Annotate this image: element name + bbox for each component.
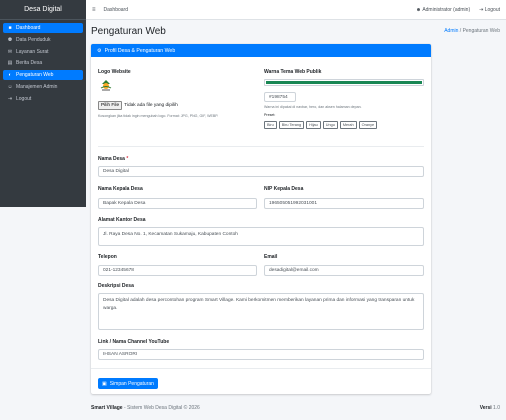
email-label: Email [264, 254, 278, 260]
theme-color-picker[interactable] [264, 79, 424, 86]
theme-color-label: Warna Tema Web Publik [264, 69, 322, 75]
user-label: Administrator (admin) [422, 6, 471, 13]
logo-help-text: Kosongkan jika tidak ingin mengubah logo… [98, 114, 219, 118]
top-navbar: ≡ Dashboard ☻ Administrator (admin) ⇥ Lo… [86, 0, 506, 20]
page-footer: Smart Village - Sistem Web Desa Digital … [91, 405, 500, 413]
sidebar-item-layanan-surat[interactable]: ✉ Layanan Surat [3, 47, 83, 57]
preset-buttons: Biru Biru Terang Hijau Ungu Merah Oranye [264, 121, 379, 129]
version-number: 1.0 [493, 405, 500, 411]
footer-divider [91, 368, 431, 369]
nip-input[interactable]: 196505051992031001 [264, 198, 424, 209]
sidebar-item-label: Dashboard [16, 25, 41, 31]
choose-file-button[interactable]: Pilih File [98, 101, 123, 110]
logout-label: Logout [484, 6, 500, 13]
preset-ungu-button[interactable]: Ungu [322, 121, 338, 129]
preset-merah-button[interactable]: Merah [339, 121, 357, 129]
village-logo-image [100, 80, 112, 91]
content-header: Pengaturan Web Admin / Pengaturan Web [91, 24, 500, 38]
deskripsi-textarea[interactable]: Desa Digital adalah desa percontohan pro… [98, 293, 424, 330]
save-settings-button[interactable]: ▣ Simpan Pengaturan [98, 378, 158, 389]
alamat-label: Alamat Kantor Desa [98, 217, 146, 223]
logout-icon: ⇥ [7, 95, 13, 102]
nama-desa-label: Nama Desa * [98, 156, 128, 162]
envelope-icon: ✉ [7, 48, 13, 55]
breadcrumb-admin-link[interactable]: Admin [444, 28, 458, 34]
gear-icon: ⚙ [97, 47, 102, 54]
newspaper-icon: ▤ [7, 60, 13, 67]
kepala-desa-input[interactable]: Bapak Kepala Desa [98, 198, 257, 209]
nama-desa-input[interactable]: Desa Digital [98, 166, 424, 177]
version-label: Versi [479, 405, 492, 411]
save-label: Simpan Pengaturan [109, 380, 154, 387]
sidebar-item-manajemen-admin[interactable]: ☺ Manajemen Admin [3, 82, 83, 92]
dashboard-icon: ■ [8, 25, 12, 31]
telepon-label: Telepon [98, 254, 117, 260]
user-icon: ☻ [415, 6, 422, 13]
youtube-label: Link / Nama Channel YouTube [98, 339, 170, 345]
save-icon: ▣ [102, 380, 107, 387]
section-divider [98, 146, 424, 147]
alamat-textarea[interactable]: Jl. Raya Desa No. 1, Kecamatan Sukamaju,… [98, 227, 424, 246]
youtube-input[interactable]: IHSAN ASRORI [98, 349, 424, 360]
page-title: Pengaturan Web [91, 25, 166, 37]
telepon-input[interactable]: 021-12345678 [98, 265, 257, 276]
kepala-desa-label: Nama Kepala Desa [98, 186, 143, 192]
nip-label: NIP Kepala Desa [264, 186, 304, 192]
nama-desa-label-text: Nama Desa [98, 156, 125, 162]
theme-color-hex-input[interactable]: #198754 [264, 92, 296, 102]
preset-hijau-button[interactable]: Hijau [306, 121, 321, 129]
sidebar-item-berita-desa[interactable]: ▤ Berita Desa [3, 58, 83, 68]
topbar-logout-link[interactable]: ⇥ Logout [479, 7, 500, 13]
card-title: Profil Desa & Pengaturan Web [104, 47, 176, 54]
theme-color-swatch [266, 81, 422, 84]
hamburger-menu-icon[interactable]: ≡ [92, 7, 96, 13]
user-menu[interactable]: ☻ Administrator (admin) [416, 7, 470, 13]
preset-biru-terang-button[interactable]: Biru Terang [278, 121, 305, 129]
card-header: ⚙ Profil Desa & Pengaturan Web [91, 44, 431, 57]
sidebar-item-label: Berita Desa [16, 60, 43, 67]
sidebar-item-label: Manajemen Admin [16, 83, 58, 90]
logo-file-input[interactable]: Pilih File Tidak ada file yang dipilih [98, 101, 178, 110]
topbar-dashboard-link[interactable]: Dashboard [104, 7, 128, 13]
footer-brand: Smart Village [91, 405, 123, 411]
required-mark: * [126, 156, 129, 162]
email-input[interactable]: desadigital@email.com [264, 265, 424, 276]
logout-icon: ⇥ [479, 6, 484, 13]
sidebar-item-label: Pengaturan Web [16, 72, 54, 79]
footer-text: - Sistem Web Desa Digital © 2026 [122, 405, 200, 411]
sidebar-item-logout[interactable]: ⇥ Logout [3, 94, 83, 104]
sidebar-item-label: Layanan Surat [16, 48, 49, 55]
preset-oranye-button[interactable]: Oranye [358, 121, 378, 129]
breadcrumb-current: Pengaturan Web [462, 28, 500, 34]
sidebar-nav: ■ Dashboard ⚉ Data Penduduk ✉ Layanan Su… [0, 20, 86, 109]
palette-icon: ◐ [8, 72, 12, 79]
file-status: Tidak ada file yang dipilih [124, 103, 178, 108]
breadcrumb: Admin / Pengaturan Web [444, 28, 500, 34]
settings-card: ⚙ Profil Desa & Pengaturan Web Logo Webs… [91, 44, 431, 394]
footer-version: Versi 1.0 [480, 405, 500, 413]
footer-credit: Smart Village - Sistem Web Desa Digital … [91, 405, 200, 413]
sidebar-item-data-penduduk[interactable]: ⚉ Data Penduduk [3, 35, 83, 45]
sidebar-item-label: Logout [16, 95, 32, 102]
logo-label: Logo Website [98, 69, 131, 75]
sidebar: Desa Digital ■ Dashboard ⚉ Data Penduduk… [0, 0, 86, 207]
brand-title[interactable]: Desa Digital [0, 0, 86, 20]
user-shield-icon: ☺ [7, 83, 13, 90]
breadcrumb-separator: / [459, 28, 462, 34]
users-icon: ⚉ [7, 36, 13, 43]
sidebar-item-label: Data Penduduk [16, 36, 51, 43]
preset-biru-button[interactable]: Biru [264, 121, 277, 129]
theme-help-text: Warna ini dipakai di navbar, hero, dan a… [264, 105, 362, 109]
deskripsi-label: Deskripsi Desa [98, 283, 134, 289]
sidebar-item-pengaturan-web[interactable]: ◐ Pengaturan Web [3, 70, 83, 81]
preset-label: Preset: [264, 113, 276, 117]
sidebar-item-dashboard[interactable]: ■ Dashboard [3, 23, 83, 33]
